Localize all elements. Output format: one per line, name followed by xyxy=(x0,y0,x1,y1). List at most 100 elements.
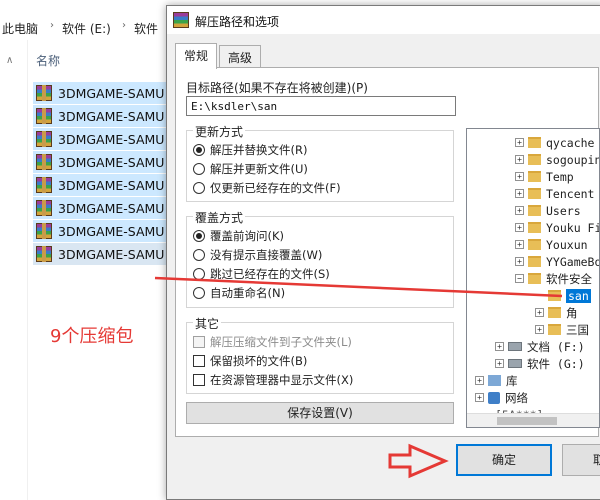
tree-item[interactable]: + 文档 (F:) xyxy=(495,338,585,355)
checkbox-extract-to-subfolders[interactable]: 解压压缩文件到子文件夹(L) xyxy=(193,333,352,351)
breadcrumb-drive-e[interactable]: 软件 (E:) xyxy=(62,20,111,37)
list-item[interactable]: 3DMGAME-SAMU xyxy=(33,243,167,266)
expand-icon[interactable]: + xyxy=(515,172,524,181)
list-item[interactable]: 3DMGAME-SAMU xyxy=(33,82,167,105)
breadcrumb-this-pc[interactable]: 此电脑 xyxy=(2,20,38,37)
radio-auto-rename[interactable]: 自动重命名(N) xyxy=(193,284,285,302)
folder-icon xyxy=(548,290,561,301)
expand-icon[interactable]: + xyxy=(495,359,504,368)
tree-item[interactable]: + Youxun xyxy=(515,236,588,253)
expand-icon[interactable]: + xyxy=(535,325,544,334)
radio-button[interactable] xyxy=(193,163,205,175)
expand-icon[interactable]: + xyxy=(515,155,524,164)
tree-item-selected[interactable]: san xyxy=(548,287,591,304)
ok-button[interactable]: 确定 xyxy=(456,444,552,476)
radio-button[interactable] xyxy=(193,230,205,242)
expand-icon[interactable]: + xyxy=(515,189,524,198)
expand-icon[interactable]: + xyxy=(475,376,484,385)
expand-icon[interactable]: + xyxy=(475,393,484,402)
column-header-name[interactable]: 名称 xyxy=(36,52,60,69)
collapse-icon[interactable]: − xyxy=(515,274,524,283)
tree-item[interactable]: + Youku Fi xyxy=(515,219,599,236)
expand-icon[interactable]: + xyxy=(515,223,524,232)
radio-extract-update[interactable]: 解压并更新文件(U) xyxy=(193,160,308,178)
list-item[interactable]: 3DMGAME-SAMU xyxy=(33,105,167,128)
folder-icon xyxy=(528,205,541,216)
tree-item[interactable]: + 网络 xyxy=(475,389,528,406)
tree-item[interactable]: + qycache xyxy=(515,134,594,151)
rar-archive-icon xyxy=(36,223,52,239)
checkbox[interactable] xyxy=(193,355,205,367)
checkbox[interactable] xyxy=(193,374,205,386)
list-item[interactable]: 3DMGAME-SAMU xyxy=(33,151,167,174)
list-item[interactable]: 3DMGAME-SAMU xyxy=(33,174,167,197)
radio-ask-before-overwrite[interactable]: 覆盖前询问(K) xyxy=(193,227,284,245)
horizontal-scrollbar[interactable] xyxy=(467,413,599,427)
tree-item[interactable]: + YYGameBo xyxy=(515,253,599,270)
save-settings-button[interactable]: 保存设置(V) xyxy=(186,402,454,424)
rar-archive-icon xyxy=(36,177,52,193)
chevron-up-icon[interactable]: ∧ xyxy=(6,55,13,66)
checkbox-show-in-explorer[interactable]: 在资源管理器中显示文件(X) xyxy=(193,371,353,389)
list-item[interactable]: 3DMGAME-SAMU xyxy=(33,197,167,220)
address-bar[interactable]: 此电脑 › 软件 (E:) › 软件 xyxy=(0,14,170,40)
list-item[interactable]: 3DMGAME-SAMU xyxy=(33,220,167,243)
tree-item[interactable]: + Temp xyxy=(515,168,574,185)
tree-item[interactable]: + 三国 xyxy=(535,321,589,338)
expand-icon[interactable]: + xyxy=(515,257,524,266)
folder-icon xyxy=(528,256,541,267)
network-icon xyxy=(488,391,500,404)
drive-icon xyxy=(508,359,522,368)
tree-item[interactable]: + 库 xyxy=(475,372,518,389)
drive-icon xyxy=(508,342,522,351)
dialog-title: 解压路径和选项 xyxy=(195,15,280,29)
radio-button[interactable] xyxy=(193,249,205,261)
tree-item[interactable]: + Users xyxy=(515,202,581,219)
misc-group: 其它 解压压缩文件到子文件夹(L) 保留损坏的文件(B) 在资源管理器中显示文件… xyxy=(186,315,454,394)
scrollbar-thumb[interactable] xyxy=(497,417,557,425)
destination-path-input[interactable] xyxy=(186,96,456,116)
folder-tree[interactable]: + qycache + sogoupin + Temp + Tencent + Users… xyxy=(466,128,600,428)
radio-fresh-existing[interactable]: 仅更新已经存在的文件(F) xyxy=(193,179,341,197)
cancel-button[interactable]: 取消 xyxy=(562,444,600,476)
rar-archive-icon xyxy=(36,200,52,216)
expand-icon[interactable]: + xyxy=(535,308,544,317)
radio-skip-existing[interactable]: 跳过已经存在的文件(S) xyxy=(193,265,330,283)
folder-icon xyxy=(528,137,541,148)
tree-item[interactable]: + 角 xyxy=(535,304,578,321)
radio-button[interactable] xyxy=(193,287,205,299)
tree-item[interactable]: + Tencent xyxy=(515,185,594,202)
radio-overwrite-without-prompt[interactable]: 没有提示直接覆盖(W) xyxy=(193,246,322,264)
expand-icon[interactable]: + xyxy=(515,138,524,147)
tab-panel-general: 目标路径(如果不存在将被创建)(P) 更新方式 解压并替换文件(R) 解压并更新… xyxy=(175,67,600,437)
expand-icon[interactable]: + xyxy=(515,240,524,249)
destination-path-label: 目标路径(如果不存在将被创建)(P) xyxy=(186,81,368,95)
tab-bar: 常规 高级 xyxy=(175,43,595,69)
radio-button[interactable] xyxy=(193,144,205,156)
folder-icon xyxy=(528,171,541,182)
rar-archive-icon xyxy=(36,131,52,147)
group-title: 其它 xyxy=(193,315,222,332)
tree-item[interactable]: + sogoupin xyxy=(515,151,599,168)
extract-options-dialog: 解压路径和选项 常规 高级 目标路径(如果不存在将被创建)(P) 更新方式 解压… xyxy=(166,5,600,500)
checkbox-keep-broken-files[interactable]: 保留损坏的文件(B) xyxy=(193,352,307,370)
rar-archive-icon xyxy=(36,154,52,170)
dialog-titlebar[interactable]: 解压路径和选项 xyxy=(167,6,600,34)
rar-archive-icon xyxy=(36,85,52,101)
folder-icon xyxy=(528,273,541,284)
chevron-right-icon: › xyxy=(50,20,54,31)
radio-button[interactable] xyxy=(193,182,205,194)
tree-item[interactable]: − 软件安全 xyxy=(515,270,592,287)
checkbox[interactable] xyxy=(193,336,205,348)
breadcrumb-software[interactable]: 软件 xyxy=(134,20,158,37)
radio-button[interactable] xyxy=(193,268,205,280)
radio-extract-replace[interactable]: 解压并替换文件(R) xyxy=(193,141,307,159)
tree-item[interactable]: + 软件 (G:) xyxy=(495,355,585,372)
tab-advanced[interactable]: 高级 xyxy=(219,45,262,67)
expand-icon[interactable]: + xyxy=(515,206,524,215)
list-item[interactable]: 3DMGAME-SAMU xyxy=(33,128,167,151)
tab-general[interactable]: 常规 xyxy=(175,43,218,69)
folder-icon xyxy=(528,188,541,199)
rar-archive-icon xyxy=(36,108,52,124)
expand-icon[interactable]: + xyxy=(495,342,504,351)
